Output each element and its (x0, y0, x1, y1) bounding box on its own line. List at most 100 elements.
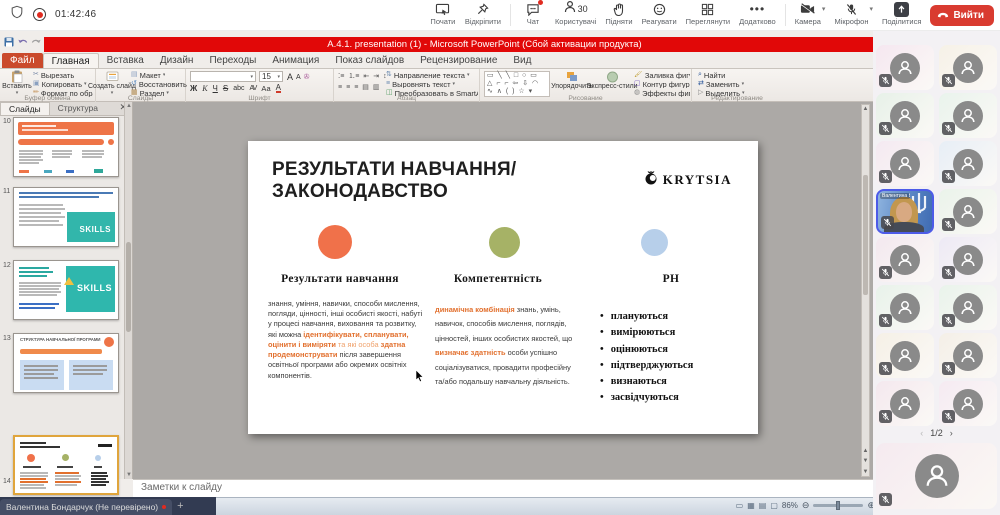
align-text-button[interactable]: ≡ Выровнять текст ▾ (386, 80, 478, 88)
save-icon[interactable] (4, 34, 14, 52)
zoom-out-icon[interactable]: ⊖ (802, 500, 810, 511)
panel-scrollbar[interactable]: ▲ ▼ (124, 102, 132, 479)
col2-heading: Компетентність (453, 273, 543, 285)
slide-thumbnail-12[interactable]: SKILLS (13, 260, 119, 320)
new-slide-button[interactable]: Создать слайд ▾ (88, 70, 136, 96)
slide-thumbnail-13[interactable]: СТРУКТУРА НАВЧАЛЬНОЇ ПРОГРАМИ (13, 333, 119, 393)
participant-tile[interactable] (876, 93, 934, 138)
participant-tile[interactable] (876, 381, 934, 426)
case-button[interactable]: Аа (261, 84, 270, 93)
canvas-scrollbar[interactable]: ▲ ▲ ▼ ▼ (861, 104, 870, 477)
font-size-combo[interactable]: 15 ▾ (259, 71, 283, 82)
panel-tab-slides[interactable]: Слайды (0, 102, 50, 115)
window-title[interactable]: А.4.1. presentation (1) - Microsoft Powe… (44, 37, 925, 52)
replace-button[interactable]: ⇄ Заменить ▾ (698, 80, 744, 88)
participant-tile[interactable] (939, 93, 997, 138)
tab-slideshow[interactable]: Показ слайдов (327, 53, 412, 68)
font-resize-buttons[interactable]: А А ✇ (287, 72, 310, 82)
shield-icon[interactable] (10, 5, 24, 24)
paste-button[interactable]: Вставить ▾ (2, 70, 32, 96)
shape-fill-button[interactable]: 🖌Заливка фигуры (634, 71, 690, 79)
participant-tile[interactable] (939, 141, 997, 186)
bold-button[interactable]: Ж (190, 84, 197, 93)
tab-file[interactable]: Файл (2, 53, 43, 68)
unpin-button[interactable]: Відкріпити (465, 2, 501, 26)
record-indicator-icon[interactable] (33, 8, 46, 21)
italic-button[interactable]: К (202, 84, 207, 93)
font-color-button[interactable]: А (275, 84, 281, 93)
redo-icon[interactable] (31, 34, 42, 52)
chat-button[interactable]: Чат (520, 0, 546, 26)
camera-button[interactable]: Камера (795, 2, 821, 26)
participant-tile[interactable] (876, 237, 934, 282)
participant-self-tile[interactable] (876, 443, 997, 509)
tab-insert[interactable]: Вставка (99, 53, 152, 68)
cut-button[interactable]: ✂ Вырезать (33, 71, 74, 79)
shadow-button[interactable]: abc (233, 85, 244, 92)
participant-tile[interactable] (876, 285, 934, 330)
layout-button[interactable]: ▤ Макет ▾ (131, 71, 165, 79)
participant-tile[interactable] (876, 333, 934, 378)
react-button[interactable]: Реагувати (642, 2, 677, 26)
share-button[interactable]: Поділитися (882, 1, 921, 26)
find-button[interactable]: ⌕ Найти (698, 71, 725, 79)
participant-tile[interactable] (876, 45, 934, 90)
raise-hand-button[interactable]: Підняти (605, 2, 633, 26)
list-buttons[interactable]: ⁚≡ ⒈≡ ⇤ ⇥ ↕ (338, 71, 387, 81)
participant-tile[interactable] (939, 333, 997, 378)
page-next-icon[interactable]: › (950, 428, 953, 438)
font-style-buttons[interactable]: Ж К Ч S abc AV Аа А (190, 84, 281, 93)
camera-chevron-icon[interactable]: ▾ (822, 5, 826, 13)
toolbar-divider (509, 4, 511, 26)
participant-tile[interactable] (939, 45, 997, 90)
underline-button[interactable]: Ч (213, 84, 218, 93)
participant-video-tile[interactable]: Валентина Бондарчук (876, 189, 934, 234)
slide-thumbnail-11[interactable]: SKILLS (13, 187, 119, 247)
spacing-button[interactable]: AV (250, 85, 258, 92)
tab-review[interactable]: Рецензирование (412, 53, 505, 68)
tab-animations[interactable]: Анимация (264, 53, 327, 68)
undo-icon[interactable] (17, 34, 28, 52)
view-reading-icon[interactable]: ▤ (759, 501, 767, 510)
participant-tile[interactable] (939, 189, 997, 234)
reset-button[interactable]: ↺ Восстановить (131, 80, 187, 88)
participant-tile[interactable] (939, 237, 997, 282)
zoom-slider[interactable] (813, 501, 864, 510)
mic-chevron-icon[interactable]: ▾ (869, 5, 873, 13)
start-button[interactable]: Почати (430, 2, 456, 26)
more-button[interactable]: ••• Додатково (739, 2, 776, 26)
avatar (953, 340, 983, 371)
leave-button[interactable]: Вийти (930, 5, 994, 26)
hand-icon (613, 2, 625, 16)
mic-button[interactable]: Мікрофон (834, 2, 868, 26)
strike-button[interactable]: S (223, 84, 228, 93)
participant-tile[interactable] (876, 141, 934, 186)
panel-tab-outline[interactable]: Структура (50, 102, 106, 115)
tab-design[interactable]: Дизайн (152, 53, 202, 68)
align-buttons[interactable]: ≡ ≡ ≡ ▤ ▥ (338, 83, 380, 92)
quick-styles-button[interactable]: Экспресс-стили (586, 70, 638, 91)
view-slideshow-icon[interactable]: ▢ (770, 501, 778, 510)
participant-tile[interactable] (939, 381, 997, 426)
tab-home[interactable]: Главная (42, 53, 99, 68)
new-tab-icon[interactable]: + (177, 500, 183, 512)
text-direction-button[interactable]: ⇅ Направление текста ▾ (386, 71, 478, 79)
copy-button[interactable]: ▣ Копировать ▾ (33, 80, 87, 88)
notes-pane[interactable]: Заметки к слайду (133, 479, 880, 497)
browser-tab[interactable]: Валентина Бондарчук (Не перевірено) (0, 499, 173, 515)
arrange-button[interactable]: Упорядочить (551, 70, 593, 91)
tab-transitions[interactable]: Переходы (201, 53, 264, 68)
view-layout-button[interactable]: Переглянути (686, 2, 730, 26)
participant-tile[interactable] (939, 285, 997, 330)
shape-outline-button[interactable]: ▢ Контур фигуры (634, 80, 690, 88)
current-slide[interactable]: РЕЗУЛЬТАТИ НАВЧАННЯ/ЗАКОНОДАВСТВО KRYTSI… (248, 141, 758, 434)
shapes-gallery[interactable]: ▭ ╲ ╲ □ ○ ▭ △ ⌐ ⌐ ⇦ ⇩ ◠ ∿ ∧ ( ) ☆ ▾ (484, 71, 550, 97)
view-normal-icon[interactable]: ▭ (736, 501, 744, 510)
tab-view[interactable]: Вид (505, 53, 539, 68)
view-sorter-icon[interactable]: ▦ (747, 501, 755, 510)
font-name-combo[interactable]: ▾ (190, 71, 256, 82)
page-prev-icon[interactable]: ‹ (920, 428, 923, 438)
slide-thumbnail-10[interactable] (13, 117, 119, 177)
slide-thumbnail-14-selected[interactable] (13, 435, 119, 495)
users-button[interactable]: 30 Користувачі (555, 0, 596, 26)
